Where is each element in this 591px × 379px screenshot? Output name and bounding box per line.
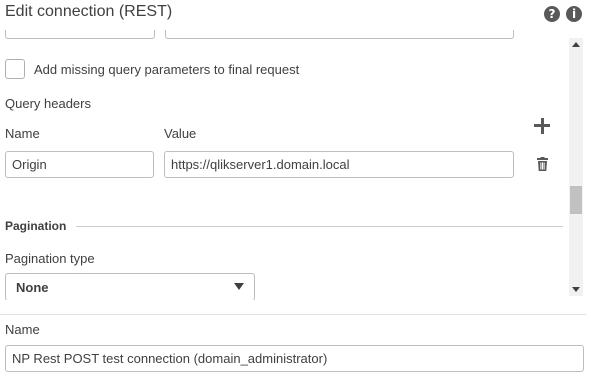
add-missing-query-params-label: Add missing query parameters to final re… — [34, 62, 300, 77]
section-divider — [76, 226, 563, 227]
pagination-type-value: None — [16, 280, 49, 295]
add-missing-query-params-checkbox[interactable] — [5, 59, 25, 79]
pagination-type-select[interactable]: None — [5, 273, 255, 300]
scrollbar-thumb[interactable] — [570, 186, 582, 214]
pagination-section-title: Pagination — [5, 219, 67, 233]
previous-field-bottom — [165, 30, 514, 39]
connection-name-input[interactable] — [5, 345, 584, 372]
connection-name-label: Name — [5, 322, 40, 337]
footer-divider — [0, 314, 586, 315]
header-value-column-label: Value — [164, 126, 197, 141]
info-icon[interactable]: i — [566, 6, 582, 22]
header-name-input[interactable] — [5, 151, 154, 178]
previous-field-bottom — [5, 30, 155, 39]
trash-icon[interactable] — [537, 157, 548, 171]
scroll-up-icon[interactable] — [572, 42, 580, 47]
form-scrollbar[interactable] — [569, 38, 583, 296]
scroll-down-icon[interactable] — [572, 287, 580, 292]
header-name-column-label: Name — [5, 126, 40, 141]
form-scroll-area[interactable]: Add missing query parameters to final re… — [0, 30, 586, 300]
query-headers-label: Query headers — [5, 96, 91, 111]
question-icon[interactable]: ? — [544, 6, 560, 22]
dialog-title: Edit connection (REST) — [5, 3, 173, 20]
header-value-input[interactable] — [164, 151, 514, 178]
plus-icon[interactable] — [534, 118, 550, 134]
chevron-down-icon — [234, 283, 244, 290]
pagination-type-label: Pagination type — [5, 251, 95, 266]
